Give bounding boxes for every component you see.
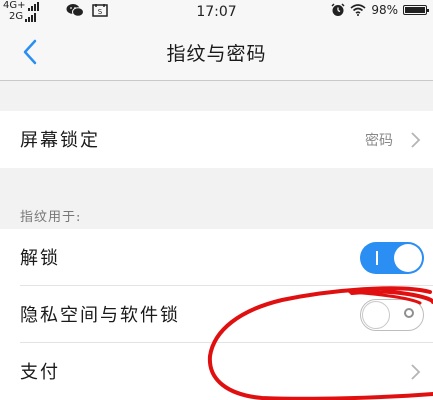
status-bar: 4G+ 2G S 17:07 98% xyxy=(0,0,433,24)
wifi-icon xyxy=(350,4,366,16)
section-header: 指纹用于: xyxy=(20,210,82,225)
privacy-space-row[interactable]: 隐私空间与软件锁 xyxy=(0,286,433,343)
screen-lock-value: 密码 xyxy=(365,133,393,149)
privacy-space-toggle[interactable] xyxy=(360,299,424,331)
privacy-space-label: 隐私空间与软件锁 xyxy=(20,305,180,326)
unlock-toggle[interactable] xyxy=(360,242,424,274)
screen-lock-label: 屏幕锁定 xyxy=(20,130,100,151)
payment-label: 支付 xyxy=(20,362,60,383)
unlock-label: 解锁 xyxy=(20,248,60,269)
chevron-right-icon xyxy=(411,364,421,380)
screen-lock-row[interactable]: 屏幕锁定 密码 xyxy=(0,111,433,168)
chevron-right-icon xyxy=(411,132,421,148)
unlock-row[interactable]: 解锁 xyxy=(0,229,433,286)
battery-percent: 98% xyxy=(371,3,398,17)
battery-icon xyxy=(403,5,429,15)
nav-bar: 指纹与密码 xyxy=(0,24,433,81)
payment-row[interactable]: 支付 xyxy=(0,343,433,400)
alarm-icon xyxy=(331,3,345,16)
page-title: 指纹与密码 xyxy=(166,43,267,65)
